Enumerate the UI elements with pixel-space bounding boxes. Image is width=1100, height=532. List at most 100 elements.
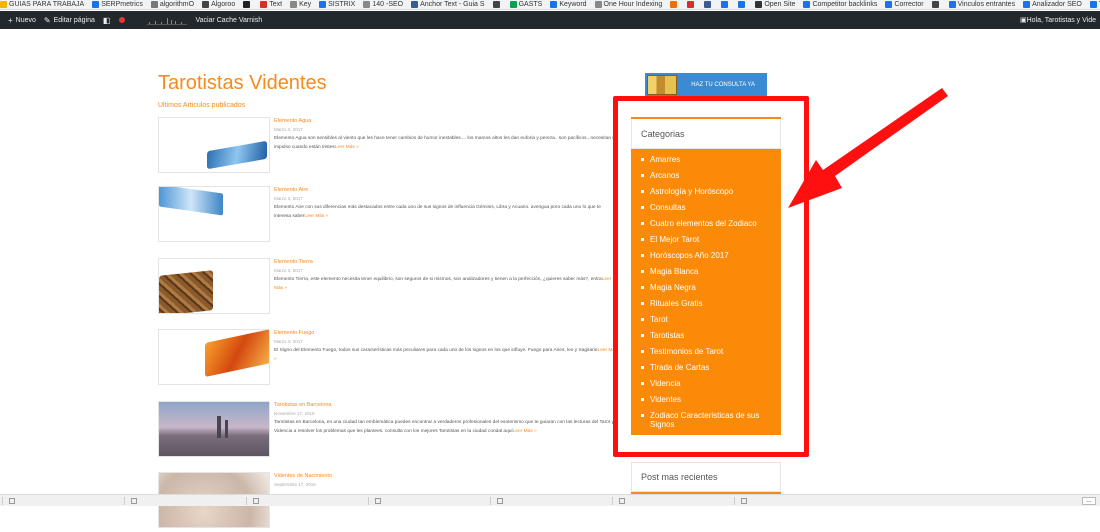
bookmark-item[interactable]: algorithmO <box>150 0 195 9</box>
bookmark-label: Corrector <box>894 0 924 8</box>
bookmark-item[interactable]: SISTRIX <box>319 0 355 9</box>
site-title[interactable]: Tarotistas Videntes <box>158 72 327 95</box>
bookmark-favicon-icon <box>738 1 746 8</box>
bookmark-favicon-icon <box>290 1 298 8</box>
bookmark-item[interactable]: Text <box>260 0 283 9</box>
plus-icon: + <box>8 15 13 25</box>
purge-varnish-cache-button[interactable]: Vaciar Cache Varnish <box>195 17 262 24</box>
bookmark-label: SERPmetrics <box>101 0 143 8</box>
consult-banner[interactable]: HAZ TU CONSULTA YA <box>645 73 767 97</box>
post-thumbnail[interactable] <box>158 117 270 173</box>
post-text: Elemento Aire Marzo 3, 2017 Elemento Aire … <box>274 186 618 221</box>
recording-indicator-icon <box>119 17 126 23</box>
taskbar-item[interactable] <box>368 496 488 505</box>
bookmark-item[interactable] <box>670 1 679 8</box>
bookmark-item[interactable]: Analizador SEO <box>1023 0 1082 9</box>
taskbar-item[interactable] <box>124 496 244 505</box>
post-excerpt: El Signo del Elemento Fuego, todos sus c… <box>274 346 618 364</box>
bookmark-item[interactable]: Keyword <box>550 0 587 9</box>
bookmark-label: Algoroo <box>211 0 236 8</box>
bookmark-item[interactable]: Vinculos entrantes <box>948 0 1015 9</box>
bookmark-item[interactable]: GUIAS PARA TRABAJA <box>0 0 84 9</box>
taskbar: … <box>0 494 1100 506</box>
bookmark-item[interactable]: Tendencias <box>1089 0 1100 9</box>
bookmark-item[interactable]: Corrector <box>885 0 924 9</box>
bookmark-label: Open Site <box>764 0 796 8</box>
bookmark-item[interactable] <box>738 1 747 8</box>
post-date: Septiembre 17, 2016 <box>274 482 316 487</box>
post-title-link[interactable]: Tarotistas en Barcelona <box>274 401 618 409</box>
bookmark-favicon-icon <box>721 1 729 8</box>
post-excerpt: Elemento Tierra, este elemento necesita … <box>274 275 618 293</box>
bookmark-item[interactable]: Open Site <box>755 0 796 9</box>
new-button[interactable]: + Nuevo <box>8 16 36 25</box>
bookmark-item[interactable]: SERPmetrics <box>92 0 143 9</box>
new-label: Nuevo <box>15 16 36 24</box>
bookmark-favicon-icon <box>670 1 678 8</box>
post-thumbnail[interactable] <box>158 258 270 314</box>
post-date: Marzo 3, 2017 <box>274 127 303 132</box>
performance-button[interactable]: ◧ <box>103 16 126 25</box>
bookmark-item[interactable]: Key <box>290 0 311 9</box>
post-item: Elemento Aire Marzo 3, 2017 Elemento Aire … <box>158 186 618 246</box>
post-text: Elemento Tierra Marzo 3, 2017 Elemento Tie… <box>274 258 618 293</box>
read-more-link[interactable]: Leer Más » <box>335 145 359 150</box>
post-title-link[interactable]: Elemento Aire <box>274 186 618 194</box>
recent-articles-heading: Ultimos Articulos publicados <box>158 102 246 109</box>
bookmark-item[interactable] <box>492 1 502 8</box>
post-excerpt-text: Elemento Tierra, este elemento necesita … <box>274 277 602 282</box>
read-more-link[interactable]: Leer Más » <box>513 429 537 434</box>
bookmark-label: algorithmO <box>159 0 195 8</box>
bookmark-label: Text <box>269 0 283 8</box>
bookmark-item[interactable]: 140 -SEO <box>363 0 403 9</box>
post-title-link[interactable]: Elemento Fuego <box>274 329 618 337</box>
edit-page-button[interactable]: ✎ Editar página <box>44 16 95 25</box>
bookmark-item[interactable]: Algoroo <box>202 0 236 9</box>
bookmark-item[interactable] <box>704 1 713 8</box>
post-excerpt: Elemento Aire con sus diferencias más de… <box>274 203 618 221</box>
tarot-cards-image <box>647 75 677 95</box>
bookmark-item[interactable]: One Hour Indexing <box>594 0 662 9</box>
post-date: Marzo 3, 2017 <box>274 268 303 273</box>
bookmark-item[interactable] <box>931 1 941 8</box>
bookmark-favicon-icon <box>687 1 695 8</box>
taskbar-more-button[interactable]: … <box>1082 496 1096 505</box>
post-thumbnail[interactable] <box>158 401 270 457</box>
bookmark-favicon-icon <box>755 1 763 8</box>
bookmark-label: Analizador SEO <box>1032 0 1082 8</box>
bookmark-favicon-icon <box>243 1 251 8</box>
post-date: Marzo 3, 2017 <box>274 196 303 201</box>
post-date: Noviembre 17, 2016 <box>274 411 315 416</box>
bookmark-item[interactable] <box>721 1 730 8</box>
bookmark-favicon-icon <box>0 1 7 8</box>
account-menu[interactable]: ▣ Hola, Tarotistas y Vide <box>1020 16 1096 25</box>
pencil-icon: ✎ <box>43 15 51 25</box>
bookmark-favicon-icon <box>1089 1 1097 8</box>
post-title-link[interactable]: Videntes de Nacimiento <box>274 472 618 480</box>
taskbar-item[interactable] <box>2 496 122 505</box>
post-thumbnail[interactable] <box>158 329 270 385</box>
post-date: Marzo 3, 2017 <box>274 339 303 344</box>
bookmark-favicon-icon <box>411 1 419 8</box>
post-title-link[interactable]: Elemento Tierra <box>274 258 618 266</box>
taskbar-item[interactable] <box>734 496 854 505</box>
taskbar-item[interactable] <box>490 496 610 505</box>
bookmark-item[interactable] <box>243 1 252 8</box>
taskbar-item[interactable] <box>612 496 732 505</box>
bookmark-label: Keyword <box>559 0 587 8</box>
recent-posts-title: Post mas recientes <box>631 462 781 492</box>
bookmark-item[interactable]: Competitor backlinks <box>803 0 877 9</box>
taskbar-item[interactable] <box>246 496 366 505</box>
stats-sparkline[interactable] <box>133 15 188 25</box>
bookmark-item[interactable]: Anchor Text - Guia S <box>411 0 485 9</box>
bookmark-item[interactable] <box>687 1 696 8</box>
read-more-link[interactable]: Leer Más » <box>304 214 328 219</box>
post-thumbnail[interactable] <box>158 186 270 242</box>
bookmark-item[interactable]: GASTS <box>509 0 542 9</box>
post-item: Elemento Tierra Marzo 3, 2017 Elemento Tie… <box>158 258 618 318</box>
post-text: Elemento Fuego Marzo 3, 2017 El Signo del … <box>274 329 618 364</box>
bookmark-favicon-icon <box>363 1 371 8</box>
post-item: Elemento Agua Marzo 3, 2017 Elemento Agua … <box>158 117 618 177</box>
post-excerpt-text: El Signo del Elemento Fuego, todos sus c… <box>274 348 598 353</box>
post-title-link[interactable]: Elemento Agua <box>274 117 618 125</box>
